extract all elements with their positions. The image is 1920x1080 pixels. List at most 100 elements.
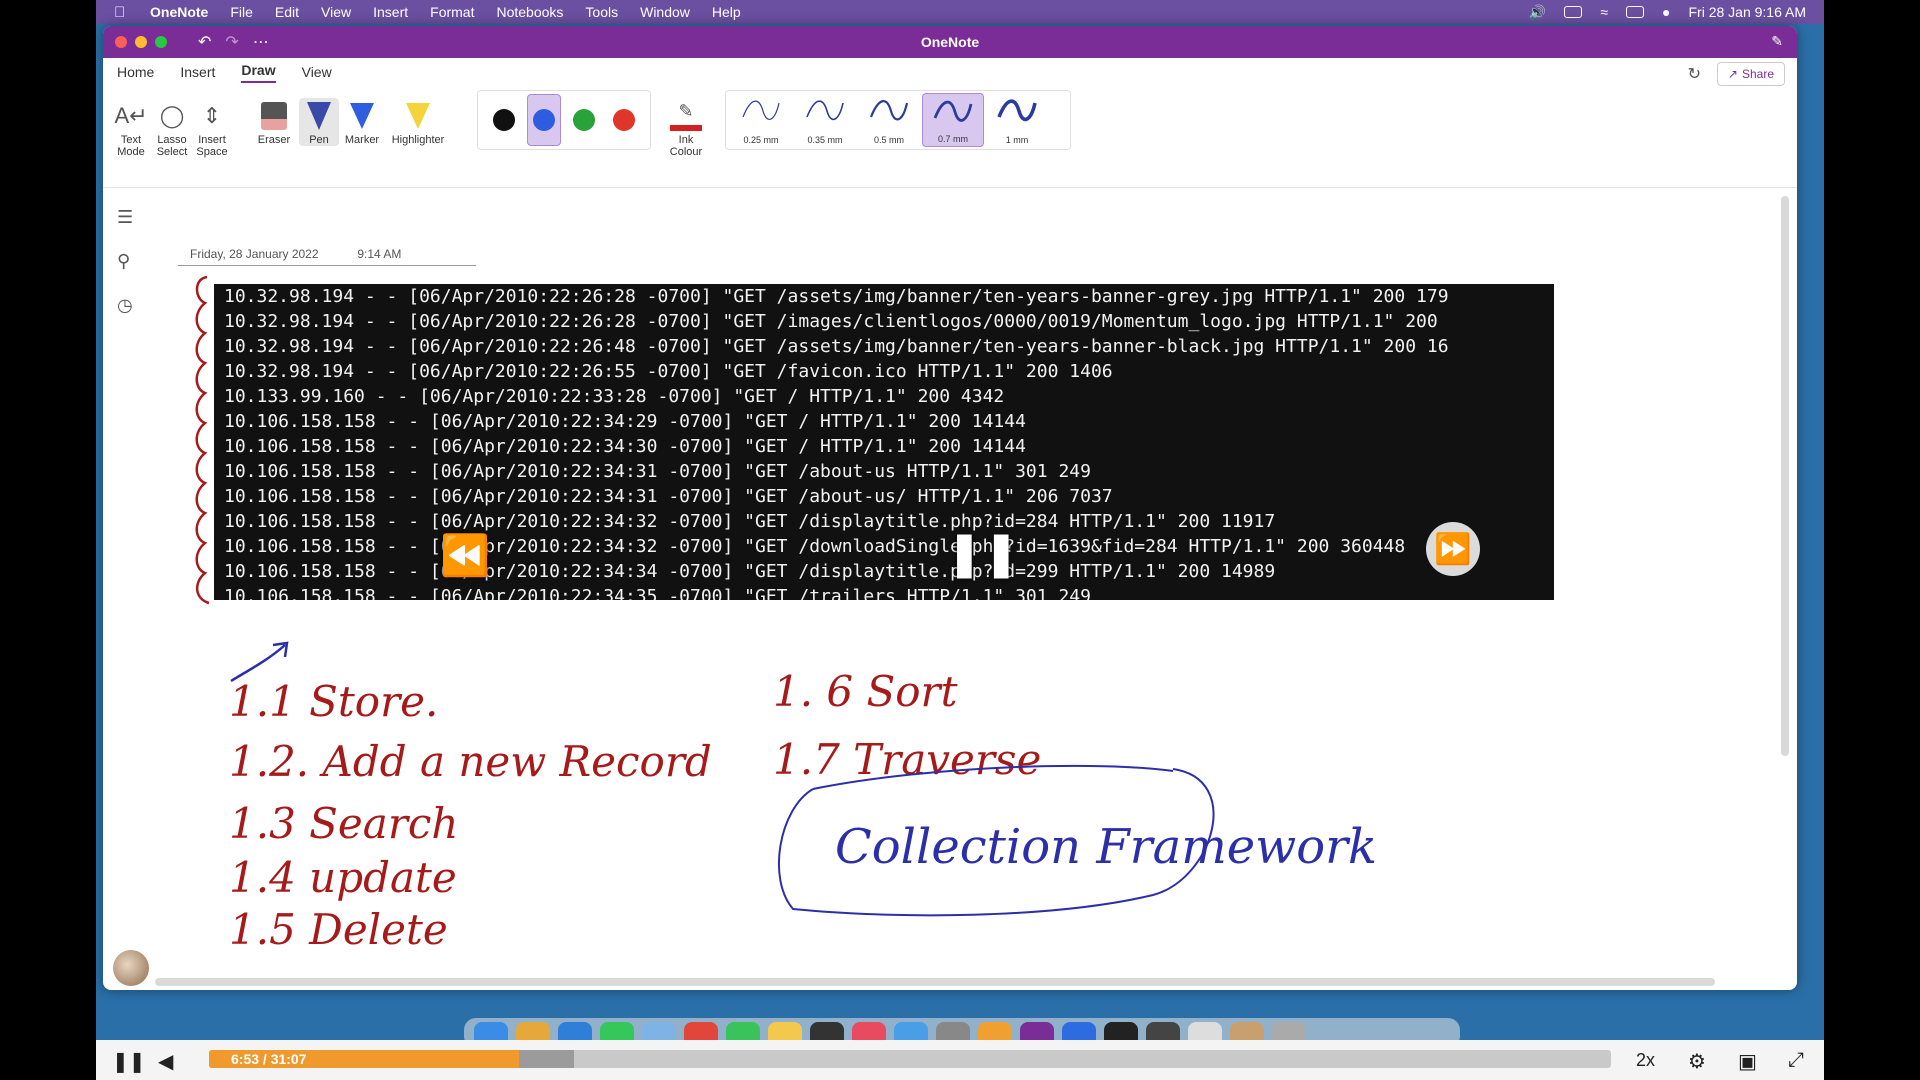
avatar[interactable] — [113, 950, 149, 986]
menubar-app-name[interactable]: OneNote — [150, 4, 208, 20]
settings-gear-icon[interactable]: ⚙ — [1688, 1049, 1706, 1074]
stroke-sample-icon — [869, 100, 909, 121]
marker-button[interactable]: Marker — [339, 98, 385, 146]
tab-view[interactable]: View — [302, 64, 332, 80]
log-line: 10.32.98.194 - - [06/Apr/2010:22:26:55 -… — [224, 361, 1113, 382]
log-line: 10.106.158.158 - - [06/Apr/2010:22:34:34… — [224, 561, 1276, 582]
page-time: 9:14 AM — [357, 247, 402, 261]
note-search: 1.3 Search — [229, 799, 459, 848]
pause-icon[interactable]: ❚❚ — [112, 1049, 146, 1074]
battery-icon[interactable] — [1564, 6, 1583, 18]
ink-colour-button[interactable]: ✎ Ink Colour — [659, 98, 713, 158]
share-icon: ↗ — [1727, 67, 1738, 81]
control-center-icon[interactable] — [1626, 6, 1645, 18]
tab-insert[interactable]: Insert — [180, 64, 215, 80]
recent-icon[interactable]: ◷ — [117, 295, 133, 316]
thickness-label: 0.35 mm — [807, 135, 843, 145]
thickness-option[interactable]: 0.25 mm — [730, 93, 792, 147]
highlighter-label: Highlighter — [391, 134, 445, 146]
menu-file[interactable]: File — [230, 4, 253, 20]
menu-insert[interactable]: Insert — [373, 4, 408, 20]
color-palette — [477, 90, 651, 150]
tab-draw[interactable]: Draw — [241, 62, 276, 83]
lasso-icon: ◯ — [159, 103, 185, 128]
color-swatch-black[interactable] — [487, 94, 521, 146]
search-icon[interactable]: ⚲ — [117, 251, 130, 272]
menu-format[interactable]: Format — [430, 4, 474, 20]
highlighter-button[interactable]: Highlighter — [387, 98, 449, 146]
color-swatch-red[interactable] — [607, 94, 641, 146]
menu-notebooks[interactable]: Notebooks — [496, 4, 563, 20]
log-line: 10.106.158.158 - - [06/Apr/2010:22:34:31… — [224, 461, 1091, 482]
draw-ribbon: A↵ Text Mode ◯ Lasso Select ⇕ Insert Spa… — [103, 88, 1797, 188]
wifi-icon[interactable]: ≈ — [1600, 4, 1608, 20]
fullscreen-icon[interactable]: ⤢ — [1788, 1049, 1804, 1072]
notebooks-icon[interactable]: ☰ — [117, 207, 133, 228]
note-add-record: 1.2. Add a new Record — [229, 737, 712, 786]
note-update: 1.4 update — [229, 853, 457, 902]
note-collection-framework: Collection Framework — [835, 819, 1378, 875]
seek-bar[interactable]: 6:53 / 31:07 — [209, 1050, 1611, 1068]
nav-rail: ☰ ⚲ ◷ — [103, 189, 151, 989]
ink-colour-icon: ✎ — [659, 98, 713, 134]
lasso-select-button[interactable]: ◯ Lasso Select — [151, 98, 193, 158]
stroke-sample-icon — [997, 99, 1037, 122]
marker-icon — [339, 98, 385, 134]
page-date-line: Friday, 28 January 2022 9:14 AM — [178, 247, 476, 266]
menu-help[interactable]: Help — [712, 4, 741, 20]
menu-edit[interactable]: Edit — [275, 4, 299, 20]
text-mode-button[interactable]: A↵ Text Mode — [111, 98, 151, 158]
share-button[interactable]: ↗ Share — [1716, 62, 1785, 86]
sticky-note-icon[interactable]: ✎ — [1771, 33, 1783, 50]
thickness-option[interactable]: 1 mm — [986, 93, 1048, 147]
rewind-icon[interactable]: ⏪ — [440, 532, 490, 579]
pause-overlay-icon[interactable]: ❚❚ — [946, 528, 1020, 579]
eraser-button[interactable]: Eraser — [251, 98, 297, 146]
thickness-label: 0.5 mm — [873, 135, 904, 145]
note-page[interactable]: Friday, 28 January 2022 9:14 AM 10.32.98… — [153, 189, 1773, 989]
tab-home[interactable]: Home — [117, 64, 154, 80]
thickness-option-selected[interactable]: 0.7 mm — [922, 93, 984, 147]
window-titlebar: ↶ ↷ ⋯ OneNote ✎ — [103, 26, 1797, 58]
time-display: 6:53 / 31:07 — [231, 1051, 307, 1067]
eraser-label: Eraser — [257, 134, 291, 146]
vertical-scrollbar[interactable] — [1781, 196, 1789, 756]
menu-tools[interactable]: Tools — [585, 4, 618, 20]
picture-in-picture-icon[interactable]: ▣ — [1738, 1049, 1757, 1074]
apple-logo-icon[interactable]:  — [114, 4, 134, 21]
highlighter-icon — [387, 98, 449, 134]
volume-icon[interactable]: 🔊 — [1529, 4, 1546, 21]
menu-view[interactable]: View — [321, 4, 351, 20]
thickness-option[interactable]: 0.35 mm — [794, 93, 856, 147]
log-screenshot: 10.32.98.194 - - [06/Apr/2010:22:26:28 -… — [214, 284, 1554, 600]
insert-space-button[interactable]: ⇕ Insert Space — [191, 98, 233, 158]
color-swatch-green[interactable] — [567, 94, 601, 146]
eraser-icon — [251, 98, 297, 134]
video-frame:  OneNote File Edit View Insert Format N… — [96, 0, 1824, 1080]
log-line: 10.32.98.194 - - [06/Apr/2010:22:26:28 -… — [224, 286, 1449, 307]
menubar-clock[interactable]: Fri 28 Jan 9:16 AM — [1688, 4, 1806, 20]
stroke-sample-icon — [806, 100, 844, 121]
horizontal-scrollbar[interactable] — [155, 978, 1715, 986]
sync-icon[interactable]: ↻ — [1688, 64, 1701, 84]
macos-menubar:  OneNote File Edit View Insert Format N… — [96, 0, 1824, 24]
log-line: 10.32.98.194 - - [06/Apr/2010:22:26:28 -… — [224, 311, 1438, 332]
menu-window[interactable]: Window — [640, 4, 690, 20]
forward-icon[interactable]: ⏩ — [1426, 522, 1480, 576]
log-line: 10.106.158.158 - - [06/Apr/2010:22:34:35… — [224, 586, 1091, 600]
siri-icon[interactable]: ● — [1662, 4, 1670, 20]
thickness-option[interactable]: 0.5 mm — [858, 93, 920, 147]
color-swatch-blue[interactable] — [527, 94, 561, 146]
lasso-select-label: Lasso Select — [156, 134, 188, 158]
playback-speed[interactable]: 2x — [1636, 1050, 1655, 1071]
volume-icon[interactable]: ◀ — [158, 1049, 173, 1074]
log-line: 10.106.158.158 - - [06/Apr/2010:22:34:32… — [224, 511, 1276, 532]
thickness-picker: 0.25 mm 0.35 mm 0.5 mm 0.7 mm 1 mm — [725, 90, 1071, 150]
page-date: Friday, 28 January 2022 — [190, 247, 319, 261]
log-line: 10.106.158.158 - - [06/Apr/2010:22:34:30… — [224, 436, 1026, 457]
log-line: 10.106.158.158 - - [06/Apr/2010:22:34:31… — [224, 486, 1113, 507]
note-store: 1.1 Store. — [229, 677, 439, 726]
log-line: 10.32.98.194 - - [06/Apr/2010:22:26:48 -… — [224, 336, 1449, 357]
pen-button[interactable]: Pen — [299, 98, 339, 146]
ink-colour-label: Ink Colour — [669, 134, 703, 158]
